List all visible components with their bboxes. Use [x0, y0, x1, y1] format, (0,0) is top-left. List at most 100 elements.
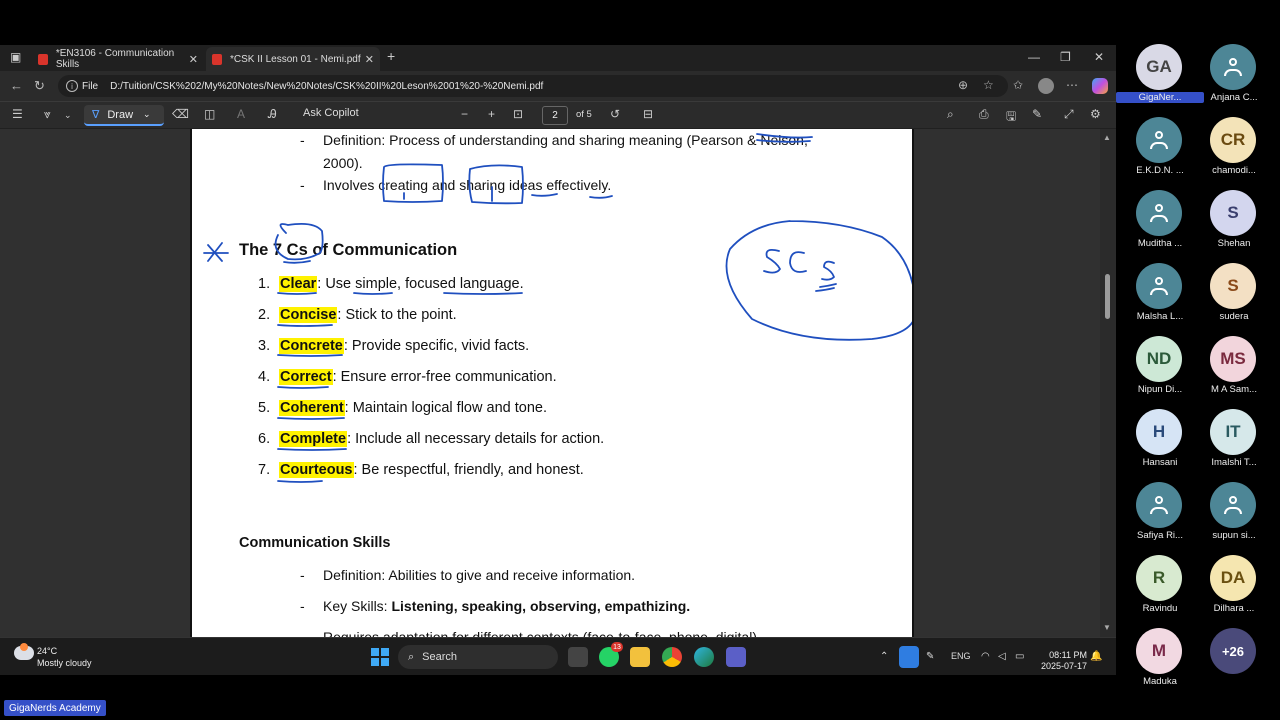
- page-view-icon[interactable]: ◫: [204, 107, 215, 121]
- ink-underline-s: [819, 283, 837, 288]
- print-icon[interactable]: ⎙: [979, 107, 989, 122]
- start-button[interactable]: [371, 648, 389, 666]
- weather-cloud-icon[interactable]: [14, 643, 34, 660]
- avatar: S: [1210, 263, 1256, 309]
- participant-tile[interactable]: Muditha ...: [1116, 186, 1196, 256]
- participant-name: Shehan: [1217, 238, 1251, 249]
- teams-icon[interactable]: [726, 647, 746, 667]
- avatar: CR: [1210, 117, 1256, 163]
- close-icon[interactable]: ✕: [189, 53, 198, 66]
- restore-icon[interactable]: ❐: [1060, 50, 1071, 64]
- chrome-icon[interactable]: [662, 647, 682, 667]
- windows-taskbar: 24°C Mostly cloudy ⌕ Search 13 ⌃ ✎ ENG ◠…: [0, 637, 1116, 675]
- tab-csk-lesson[interactable]: *CSK II Lesson 01 - Nemi.pdf ✕: [206, 47, 380, 71]
- edge-icon[interactable]: [694, 647, 714, 667]
- back-icon[interactable]: ←: [10, 78, 23, 93]
- participant-tile[interactable]: GA GigaNer...: [1116, 40, 1204, 110]
- add-text-icon[interactable]: A: [237, 107, 245, 121]
- participant-tile[interactable]: Anjana C...: [1190, 40, 1270, 110]
- involves-line: Involves creating and sharing ideas effe…: [323, 177, 612, 193]
- participant-tile[interactable]: DA Dilhara ...: [1190, 551, 1270, 621]
- chevron-down-icon: ⌄: [143, 109, 151, 119]
- participant-name: chamodi...: [1212, 165, 1256, 176]
- microphone-icon[interactable]: [899, 646, 919, 668]
- favorite-star-icon[interactable]: ☆: [983, 78, 994, 92]
- minimize-icon[interactable]: —: [1028, 50, 1040, 64]
- save-as-icon[interactable]: ✎: [1032, 107, 1042, 121]
- participant-tile[interactable]: CR chamodi...: [1190, 113, 1270, 183]
- pdf-icon: [38, 53, 48, 65]
- participant-tile[interactable]: Ssudera: [1190, 259, 1270, 329]
- participant-tile[interactable]: +26: [1190, 624, 1270, 694]
- ask-copilot-button[interactable]: Ask Copilot: [303, 107, 359, 119]
- favorites-icon[interactable]: ✩: [1013, 78, 1023, 92]
- participant-tile[interactable]: R Ravindu: [1116, 551, 1196, 621]
- file-explorer-icon[interactable]: [630, 647, 650, 667]
- taskbar-search[interactable]: ⌕ Search: [398, 645, 558, 669]
- contents-icon[interactable]: ☰: [12, 107, 23, 121]
- zoom-out-button[interactable]: −: [461, 107, 468, 121]
- person-icon: [1136, 190, 1182, 236]
- tab-en3106[interactable]: *EN3106 - Communication Skills ✕: [32, 47, 204, 71]
- more-options-icon[interactable]: ⋯: [1066, 78, 1078, 92]
- pdf-page[interactable]: - Definition: Process of understanding a…: [190, 129, 914, 637]
- participant-tile[interactable]: supun si...: [1190, 478, 1270, 548]
- scroll-down-icon[interactable]: ▼: [1103, 623, 1111, 632]
- copilot-icon[interactable]: [1092, 78, 1108, 94]
- fullscreen-icon[interactable]: ⤢: [1064, 107, 1074, 122]
- participant-tile[interactable]: ND Nipun Di...: [1116, 332, 1196, 402]
- zoom-icon[interactable]: ⊕: [958, 78, 968, 92]
- search-icon[interactable]: ⌕: [947, 107, 954, 122]
- read-aloud-icon[interactable]: Ꭿ: [268, 107, 277, 122]
- list-item-concise: Concise: Stick to the point.: [279, 307, 457, 323]
- window-close-icon[interactable]: ✕: [1094, 50, 1104, 64]
- save-icon[interactable]: 🖫: [1006, 107, 1016, 128]
- participant-tile[interactable]: S Shehan: [1190, 186, 1270, 256]
- settings-gear-icon[interactable]: ⚙: [1090, 107, 1101, 121]
- participant-tile[interactable]: Safiya Ri...: [1116, 478, 1196, 548]
- scroll-up-icon[interactable]: ▲: [1103, 133, 1111, 142]
- page-total: of 5: [576, 109, 592, 120]
- chevron-down-icon[interactable]: ⌄: [64, 110, 72, 121]
- volume-icon[interactable]: ◁: [998, 651, 1006, 662]
- address-bar[interactable]: i File D:/Tuition/CSK%202/My%20Notes/New…: [58, 75, 1008, 97]
- draw-button[interactable]: ∇ Draw ⌄: [84, 105, 164, 126]
- list-number: 6.: [258, 431, 271, 447]
- participant-tile[interactable]: E.K.D.N. ...: [1116, 113, 1196, 183]
- profile-avatar-icon[interactable]: [1038, 78, 1054, 94]
- close-icon[interactable]: ✕: [365, 53, 374, 66]
- battery-icon[interactable]: ▭: [1015, 651, 1024, 662]
- highlight-icon[interactable]: ⩔: [44, 107, 51, 122]
- new-tab-button[interactable]: +: [387, 48, 395, 64]
- page-number-input[interactable]: 2: [542, 106, 568, 125]
- page-layout-icon[interactable]: ⊟: [643, 107, 653, 121]
- tab-actions-icon[interactable]: ▣: [10, 50, 21, 64]
- participant-tile[interactable]: M Maduka: [1116, 624, 1196, 694]
- pen-icon[interactable]: ✎: [926, 651, 934, 662]
- refresh-icon[interactable]: ↻: [34, 78, 45, 94]
- pdf-viewport[interactable]: - Definition: Process of understanding a…: [0, 129, 1116, 637]
- scroll-thumb[interactable]: [1105, 274, 1110, 319]
- pdf-icon: [212, 53, 222, 65]
- task-view-icon[interactable]: [568, 647, 588, 667]
- wifi-icon[interactable]: ◠: [981, 651, 990, 662]
- scrollbar[interactable]: ▲ ▼: [1100, 129, 1116, 637]
- chevron-up-icon[interactable]: ⌃: [880, 651, 888, 662]
- ink-underline-complete: [277, 448, 347, 451]
- fit-page-icon[interactable]: ⊡: [513, 107, 523, 121]
- whatsapp-badge: 13: [611, 642, 623, 652]
- clock-time[interactable]: 08:11 PM: [1039, 650, 1087, 660]
- language-indicator[interactable]: ENG: [951, 651, 971, 661]
- participant-tile[interactable]: H Hansani: [1116, 405, 1196, 475]
- skills-definition: Definition: Abilities to give and receiv…: [323, 567, 636, 583]
- eraser-icon[interactable]: ⌫: [172, 107, 189, 121]
- participant-tile[interactable]: IT Imalshi T...: [1190, 405, 1270, 475]
- clock-date[interactable]: 2025-07-17: [1039, 661, 1087, 671]
- participant-tile[interactable]: Malsha L...: [1116, 259, 1196, 329]
- participant-tile[interactable]: MS M A Sam...: [1190, 332, 1270, 402]
- info-icon[interactable]: i: [66, 80, 78, 92]
- notification-bell-icon[interactable]: 🔔: [1090, 651, 1102, 662]
- cut-off-line: Requires adaptation for different contex…: [323, 629, 761, 637]
- zoom-in-button[interactable]: +: [488, 107, 495, 121]
- rotate-icon[interactable]: ↺: [610, 107, 620, 121]
